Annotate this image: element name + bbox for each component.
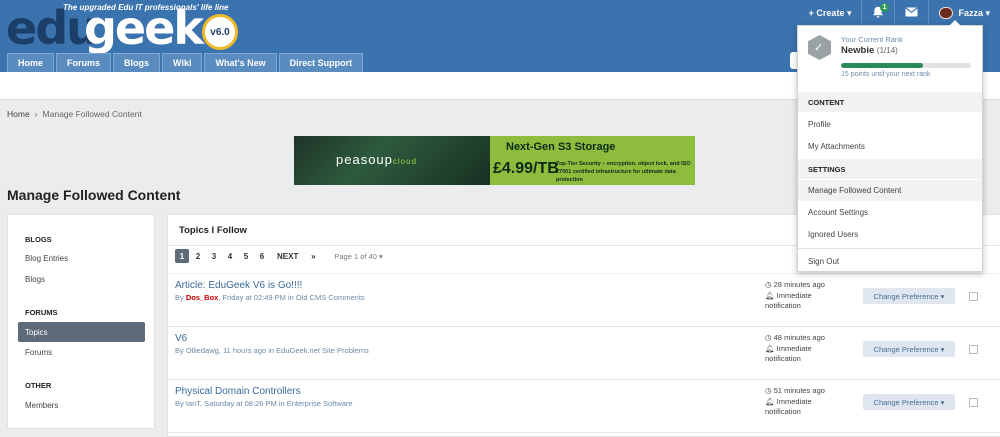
breadcrumb-current: Manage Followed Content xyxy=(42,109,142,119)
sign-out-link[interactable]: Sign Out xyxy=(808,257,839,266)
divider xyxy=(798,248,982,249)
banner-title: Next-Gen S3 Storage xyxy=(506,141,616,153)
bell-icon: 🔔︎ xyxy=(765,344,777,353)
bell-icon: 🔔︎ xyxy=(765,397,777,406)
last-page-button[interactable]: » xyxy=(306,249,320,263)
nav-whats-new[interactable]: What's New xyxy=(204,53,277,72)
chevron-right-icon: › xyxy=(34,109,38,119)
change-preference-button[interactable]: Change Preference ▾ xyxy=(863,394,955,410)
notifications-button[interactable]: 1 xyxy=(861,0,894,26)
topic-title-link[interactable]: Article: EduGeek V6 is Go!!!! xyxy=(175,280,302,291)
notification-count-badge: 1 xyxy=(879,3,890,12)
topic-title-link[interactable]: Physical Domain Controllers xyxy=(175,386,301,397)
banner-image: peasoupcloud xyxy=(294,136,490,185)
menu-item-manage-followed-content[interactable]: Manage Followed Content xyxy=(798,180,982,201)
nav-forums[interactable]: Forums xyxy=(56,53,112,72)
sidebar-item-blogs[interactable]: Blogs xyxy=(25,275,45,284)
menu-item-profile[interactable]: Profile xyxy=(808,120,831,129)
page-1[interactable]: 1 xyxy=(175,249,189,263)
rank-badge-icon: ✓ xyxy=(808,35,831,60)
user-avatar xyxy=(939,7,954,19)
menu-section-settings: SETTINGS xyxy=(798,159,982,179)
follow-time: ◷ 48 minutes ago xyxy=(765,333,825,342)
follow-time: ◷ 28 minutes ago xyxy=(765,280,825,289)
row-select-checkbox[interactable] xyxy=(969,292,978,301)
user-actions-bar: + Create ▾ 1 Fazza ▾ xyxy=(799,0,1000,26)
author-link[interactable]: Dos_Box xyxy=(186,293,219,302)
site-tagline: The upgraded Edu IT professionals' life … xyxy=(63,3,229,12)
sidebar-heading-forums: FORUMS xyxy=(25,308,58,317)
row-select-checkbox[interactable] xyxy=(969,345,978,354)
envelope-icon xyxy=(905,7,919,19)
create-button[interactable]: + Create ▾ xyxy=(799,0,862,26)
bell-icon: 🔔︎ xyxy=(765,291,777,300)
sidebar-item-blog-entries[interactable]: Blog Entries xyxy=(25,254,68,263)
panel-title: Topics I Follow xyxy=(179,225,247,236)
notification-type: 🔔︎ Immediate notification xyxy=(765,291,812,310)
advertisement-banner[interactable]: peasoupcloud Next-Gen S3 Storage £4.99/T… xyxy=(294,136,695,185)
page-6[interactable]: 6 xyxy=(255,249,269,263)
change-preference-button[interactable]: Change Preference ▾ xyxy=(863,288,955,304)
clock-icon: ◷ xyxy=(765,280,774,289)
clock-icon: ◷ xyxy=(765,386,774,395)
banner-description: Top-Tier Security – encryption, object l… xyxy=(556,161,691,183)
notification-type: 🔔︎ Immediate notification xyxy=(765,397,812,416)
change-preference-button[interactable]: Change Preference ▾ xyxy=(863,341,955,357)
clock-icon: ◷ xyxy=(765,333,774,342)
user-name: Fazza ▾ xyxy=(958,7,990,18)
rank-next-text: 15 points until your next rank xyxy=(841,71,931,78)
version-badge: v6.0 xyxy=(202,14,238,50)
page-2[interactable]: 2 xyxy=(191,249,205,263)
nav-direct-support[interactable]: Direct Support xyxy=(278,53,364,72)
sidebar-item-members[interactable]: Members xyxy=(25,401,58,410)
topic-meta: By Dos_Box, Friday at 02:49 PM in Old CM… xyxy=(175,293,365,302)
banner-brand: peasoupcloud xyxy=(336,152,418,167)
menu-item-my-attachments[interactable]: My Attachments xyxy=(808,142,865,151)
page-3[interactable]: 3 xyxy=(207,249,221,263)
user-dropdown-menu: ✓ Your Current Rank Newbie (1/14) 15 poi… xyxy=(797,20,983,272)
sidebar-item-forums[interactable]: Forums xyxy=(25,348,52,357)
sidebar-item-topics[interactable]: Topics xyxy=(18,322,145,342)
sidebar: BLOGS Blog Entries Blogs FORUMS Topics F… xyxy=(7,214,155,429)
rank-progress-bar xyxy=(841,63,971,68)
row-select-checkbox[interactable] xyxy=(969,398,978,407)
follow-time: ◷ 51 minutes ago xyxy=(765,386,825,395)
main-nav: Home Forums Blogs Wiki What's New Direct… xyxy=(7,53,364,72)
menu-item-account-settings[interactable]: Account Settings xyxy=(808,208,868,217)
topic-meta: By Olliedawg, 11 hours ago in EduGeek.ne… xyxy=(175,346,369,355)
page-5[interactable]: 5 xyxy=(239,249,253,263)
menu-section-content: CONTENT xyxy=(798,92,982,112)
table-row: V6 By Olliedawg, 11 hours ago in EduGeek… xyxy=(168,327,1000,380)
rank-progress-fill xyxy=(841,63,923,68)
messages-button[interactable] xyxy=(894,0,928,26)
table-row: Physical Domain Controllers By IanT, Sat… xyxy=(168,380,1000,433)
page-4[interactable]: 4 xyxy=(223,249,237,263)
topic-title-link[interactable]: V6 xyxy=(175,333,187,344)
notification-type: 🔔︎ Immediate notification xyxy=(765,344,812,363)
breadcrumb-home[interactable]: Home xyxy=(7,109,30,119)
user-menu-button[interactable]: Fazza ▾ xyxy=(928,0,1000,26)
page-title: Manage Followed Content xyxy=(7,187,181,203)
page-jump-dropdown[interactable]: Page 1 of 40 ▾ xyxy=(334,252,382,261)
menu-item-ignored-users[interactable]: Ignored Users xyxy=(808,230,858,239)
nav-home[interactable]: Home xyxy=(7,53,55,72)
topic-meta: By IanT, Saturday at 08:26 PM in Enterpr… xyxy=(175,399,353,408)
banner-price: £4.99/TB xyxy=(493,160,559,177)
dropdown-arrow xyxy=(949,20,961,26)
sidebar-heading-other: OTHER xyxy=(25,381,52,390)
nav-blogs[interactable]: Blogs xyxy=(113,53,161,72)
table-row: Article: EduGeek V6 is Go!!!! By Dos_Box… xyxy=(168,274,1000,327)
rank-name: Newbie (1/14) xyxy=(841,45,898,56)
rank-label: Your Current Rank xyxy=(841,35,903,44)
pagination: 1 2 3 4 5 6 NEXT » Page 1 of 40 ▾ xyxy=(175,249,383,263)
sidebar-heading-blogs: BLOGS xyxy=(25,235,52,244)
next-page-button[interactable]: NEXT xyxy=(271,249,304,263)
nav-wiki[interactable]: Wiki xyxy=(162,53,203,72)
breadcrumb: Home › Manage Followed Content xyxy=(7,109,142,119)
